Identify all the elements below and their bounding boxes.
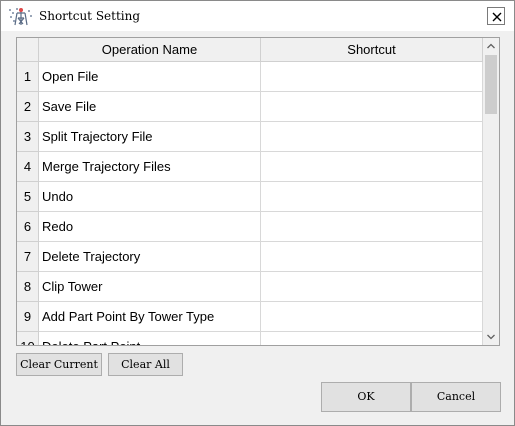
row-number[interactable]: 5 xyxy=(17,182,39,212)
table-row[interactable]: 4 Merge Trajectory Files xyxy=(17,152,483,182)
shortcut-cell[interactable] xyxy=(261,152,483,182)
row-number[interactable]: 6 xyxy=(17,212,39,242)
shortcut-cell[interactable] xyxy=(261,332,483,345)
table-corner-button[interactable] xyxy=(17,38,39,62)
shortcut-cell[interactable] xyxy=(261,122,483,152)
row-number[interactable]: 2 xyxy=(17,92,39,122)
title-bar: Shortcut Setting xyxy=(1,1,514,31)
column-header-shortcut[interactable]: Shortcut xyxy=(261,38,483,62)
row-number[interactable]: 4 xyxy=(17,152,39,182)
chevron-up-icon xyxy=(487,43,495,49)
row-number[interactable]: 8 xyxy=(17,272,39,302)
operation-name-cell[interactable]: Save File xyxy=(39,92,261,122)
shortcut-cell[interactable] xyxy=(261,182,483,212)
shortcut-cell[interactable] xyxy=(261,92,483,122)
table-row[interactable]: 8 Clip Tower xyxy=(17,272,483,302)
operation-name-cell[interactable]: Redo xyxy=(39,212,261,242)
clear-all-button[interactable]: Clear All xyxy=(108,353,183,376)
chevron-down-icon xyxy=(487,334,495,340)
operation-name-cell[interactable]: Add Part Point By Tower Type xyxy=(39,302,261,332)
operation-name-cell[interactable]: Open File xyxy=(39,62,261,92)
table-row[interactable]: 10 Delete Part Point xyxy=(17,332,483,345)
table-row[interactable]: 1 Open File xyxy=(17,62,483,92)
table-row[interactable]: 3 Split Trajectory File xyxy=(17,122,483,152)
scroll-up-button[interactable] xyxy=(483,38,499,55)
shortcut-cell[interactable] xyxy=(261,302,483,332)
shortcut-cell[interactable] xyxy=(261,272,483,302)
table-row[interactable]: 6 Redo xyxy=(17,212,483,242)
shortcut-setting-dialog: Shortcut Setting Operation Name Shortcut… xyxy=(0,0,515,426)
scroll-down-button[interactable] xyxy=(483,328,499,345)
shortcut-cell[interactable] xyxy=(261,62,483,92)
operation-name-cell[interactable]: Delete Part Point xyxy=(39,332,261,345)
scrollbar-thumb[interactable] xyxy=(485,55,497,114)
row-number[interactable]: 9 xyxy=(17,302,39,332)
cancel-button[interactable]: Cancel xyxy=(411,382,501,412)
operation-name-cell[interactable]: Delete Trajectory xyxy=(39,242,261,272)
app-logo-icon xyxy=(8,7,34,27)
table-row[interactable]: 7 Delete Trajectory xyxy=(17,242,483,272)
column-header-operation-name[interactable]: Operation Name xyxy=(39,38,261,62)
operation-name-cell[interactable]: Merge Trajectory Files xyxy=(39,152,261,182)
table-row[interactable]: 2 Save File xyxy=(17,92,483,122)
close-button[interactable] xyxy=(487,7,505,25)
row-number[interactable]: 1 xyxy=(17,62,39,92)
clear-current-button[interactable]: Clear Current xyxy=(16,353,102,376)
shortcut-table: Operation Name Shortcut 1 Open File 2 Sa… xyxy=(16,37,500,346)
operation-name-cell[interactable]: Undo xyxy=(39,182,261,212)
window-title: Shortcut Setting xyxy=(39,9,141,23)
vertical-scrollbar[interactable] xyxy=(483,38,499,345)
operation-name-cell[interactable]: Clip Tower xyxy=(39,272,261,302)
shortcut-cell[interactable] xyxy=(261,212,483,242)
table-row[interactable]: 5 Undo xyxy=(17,182,483,212)
shortcut-cell[interactable] xyxy=(261,242,483,272)
row-number[interactable]: 7 xyxy=(17,242,39,272)
row-number[interactable]: 10 xyxy=(17,332,39,345)
operation-name-cell[interactable]: Split Trajectory File xyxy=(39,122,261,152)
close-icon xyxy=(492,12,502,22)
table-row[interactable]: 9 Add Part Point By Tower Type xyxy=(17,302,483,332)
ok-button[interactable]: OK xyxy=(321,382,411,412)
row-number[interactable]: 3 xyxy=(17,122,39,152)
